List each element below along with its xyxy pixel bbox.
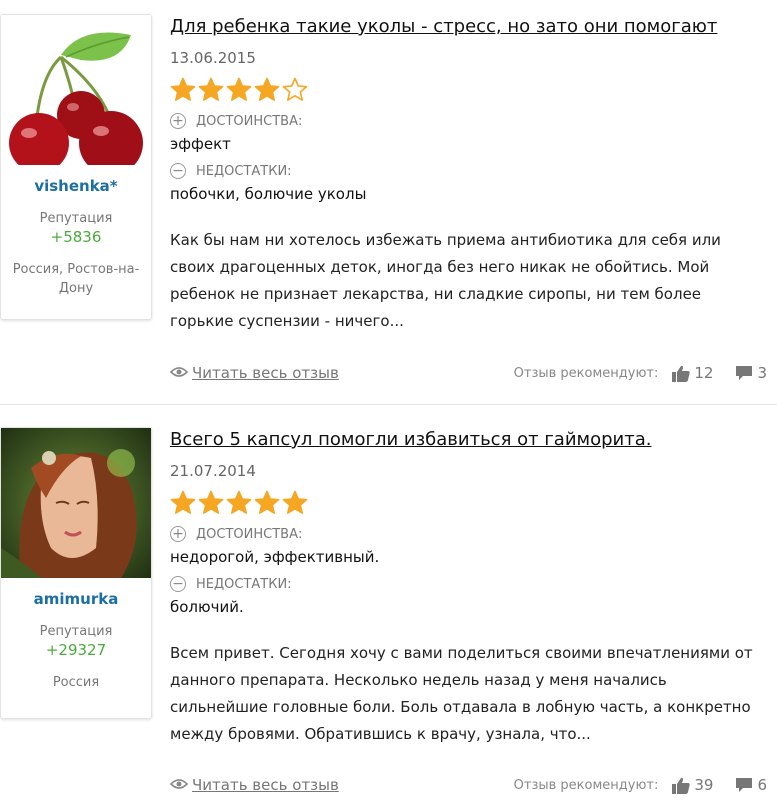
review-content: Всего 5 капсул помогли избавиться от гай… <box>170 405 769 748</box>
star-filled-icon <box>254 77 280 101</box>
star-filled-icon <box>282 490 308 514</box>
cons-text: побочки, болючие уколы <box>170 185 367 203</box>
username[interactable]: vishenka* <box>1 177 151 195</box>
thumbs-up-icon[interactable] <box>672 365 690 382</box>
reputation-label: Репутация <box>39 624 113 639</box>
cons-label: НЕДОСТАТКИ: <box>196 576 292 592</box>
like-count: 12 <box>694 364 714 382</box>
comment-icon[interactable] <box>735 365 753 381</box>
read-more-link[interactable]: Читать весь отзыв <box>169 776 339 794</box>
cons-heading: − НЕДОСТАТКИ: <box>170 163 769 179</box>
read-more-label: Читать весь отзыв <box>192 364 339 382</box>
cons-text: болючий. <box>170 598 244 616</box>
comment-count: 6 <box>757 776 767 794</box>
star-filled-icon <box>226 490 252 514</box>
review-content: Для ребенка такие уколы - стресс, но зат… <box>170 0 769 335</box>
review-card: vishenka* Репутация +5836 Россия, Ростов… <box>0 0 777 404</box>
plus-icon: + <box>170 113 186 129</box>
recommend-block: Отзыв рекомендуют: 12 3 <box>514 364 767 382</box>
user-card: amimurka Репутация +29327 Россия <box>0 427 152 719</box>
review-excerpt: Как бы нам ни хотелось избежать приема а… <box>170 231 721 330</box>
eye-icon <box>169 776 189 794</box>
cons-heading: − НЕДОСТАТКИ: <box>170 576 769 592</box>
rating-stars <box>170 490 769 516</box>
username[interactable]: amimurka <box>1 590 151 608</box>
recommend-label: Отзыв рекомендуют: <box>513 365 659 381</box>
star-filled-icon <box>198 490 224 514</box>
review-date: 21.07.2014 <box>170 462 256 480</box>
cherry-avatar[interactable] <box>1 15 151 165</box>
recommend-block: Отзыв рекомендуют: 39 6 <box>514 776 767 794</box>
pros-heading: + ДОСТОИНСТВА: <box>170 113 769 129</box>
thumbs-up-icon[interactable] <box>672 777 690 794</box>
pros-heading: + ДОСТОИНСТВА: <box>170 526 769 542</box>
rating-stars <box>170 77 769 103</box>
review-footer: Читать весь отзыв Отзыв рекомендуют: 12 … <box>169 364 767 382</box>
star-filled-icon <box>254 490 280 514</box>
reputation-value: +29327 <box>45 641 107 659</box>
star-filled-icon <box>226 77 252 101</box>
plus-icon: + <box>170 526 186 542</box>
reputation-label: Репутация <box>39 211 113 226</box>
comment-count: 3 <box>757 364 767 382</box>
comment-icon[interactable] <box>735 777 753 793</box>
recommend-label: Отзыв рекомендуют: <box>513 777 659 793</box>
pros-text: эффект <box>170 135 231 153</box>
review-card: amimurka Репутация +29327 Россия Всего 5… <box>0 404 777 809</box>
pros-label: ДОСТОИНСТВА: <box>196 526 303 542</box>
like-count: 39 <box>694 776 714 794</box>
read-more-label: Читать весь отзыв <box>192 776 339 794</box>
user-location: Россия, Ростов-на-Дону <box>12 262 140 296</box>
portrait-avatar[interactable] <box>1 428 151 578</box>
cons-label: НЕДОСТАТКИ: <box>196 163 292 179</box>
star-filled-icon <box>170 77 196 101</box>
review-excerpt: Всем привет. Сегодня хочу с вами поделит… <box>170 644 753 743</box>
pros-text: недорогой, эффективный. <box>170 548 380 566</box>
review-title[interactable]: Всего 5 капсул помогли избавиться от гай… <box>170 429 769 450</box>
user-location: Россия <box>52 675 100 690</box>
pros-label: ДОСТОИНСТВА: <box>196 113 303 129</box>
star-empty-icon <box>282 77 308 101</box>
minus-icon: − <box>170 163 186 179</box>
star-filled-icon <box>198 77 224 101</box>
read-more-link[interactable]: Читать весь отзыв <box>169 364 339 382</box>
reputation-value: +5836 <box>50 228 102 246</box>
user-card: vishenka* Репутация +5836 Россия, Ростов… <box>0 14 152 320</box>
star-filled-icon <box>170 490 196 514</box>
eye-icon <box>169 364 189 382</box>
review-footer: Читать весь отзыв Отзыв рекомендуют: 39 … <box>169 776 767 794</box>
review-date: 13.06.2015 <box>170 49 256 67</box>
minus-icon: − <box>170 576 186 592</box>
review-title[interactable]: Для ребенка такие уколы - стресс, но зат… <box>170 16 769 37</box>
